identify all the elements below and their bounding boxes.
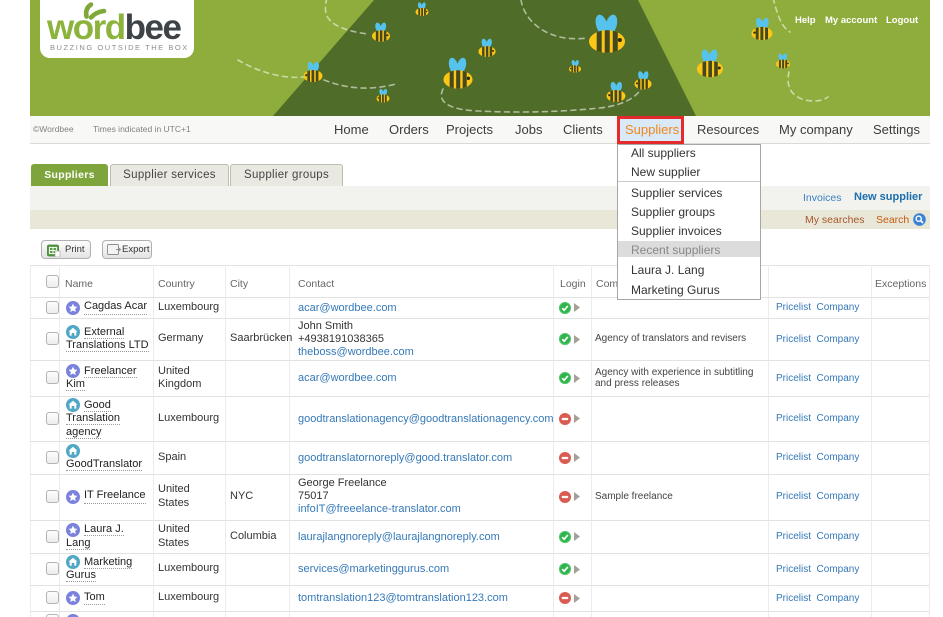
svg-text:BUZZING OUTSIDE THE BOX: BUZZING OUTSIDE THE BOX xyxy=(50,43,189,52)
svg-text:wordbee: wordbee xyxy=(46,8,181,47)
